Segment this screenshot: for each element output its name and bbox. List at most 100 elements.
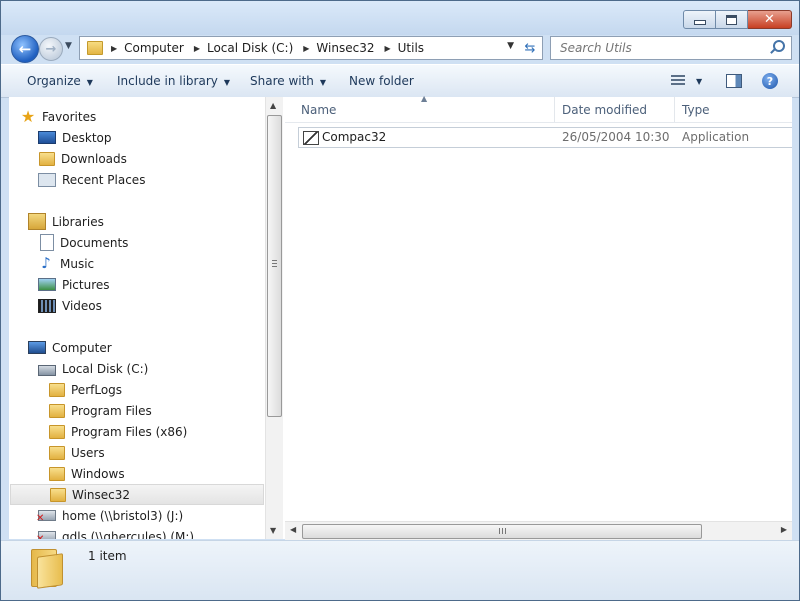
nav-item-pictures[interactable]: Pictures bbox=[38, 274, 265, 295]
change-view-icon[interactable] bbox=[671, 75, 685, 86]
maximize-button[interactable] bbox=[716, 10, 748, 29]
breadcrumb-computer[interactable]: ▶ Computer bbox=[109, 41, 192, 55]
nav-item-perflogs[interactable]: PerfLogs bbox=[48, 379, 265, 400]
breadcrumb-label[interactable]: Winsec32 bbox=[316, 41, 374, 55]
breadcrumb-separator-icon[interactable]: ▶ bbox=[384, 44, 390, 53]
nav-item-label: Program Files (x86) bbox=[71, 424, 188, 439]
column-headers: ▲ Name Date modified Type bbox=[285, 94, 792, 123]
nav-item-label: Music bbox=[60, 256, 95, 271]
videos-icon bbox=[38, 298, 56, 313]
column-header-type[interactable]: Type bbox=[682, 103, 710, 117]
file-row[interactable]: Compac32 26/05/2004 10:30 Application bbox=[298, 127, 792, 148]
nav-item-users[interactable]: Users bbox=[48, 442, 265, 463]
address-dropdown-icon[interactable]: ▼ bbox=[507, 41, 514, 51]
refresh-icon: ⇆ bbox=[524, 40, 536, 56]
sort-ascending-icon: ▲ bbox=[421, 94, 428, 103]
nav-item-favorites[interactable]: ★ Favorites bbox=[20, 106, 265, 127]
nav-item-libraries[interactable]: Libraries bbox=[28, 211, 265, 232]
nav-item-downloads[interactable]: Downloads bbox=[38, 148, 265, 169]
preview-pane-icon[interactable] bbox=[726, 74, 742, 88]
minimize-icon bbox=[693, 20, 706, 25]
breadcrumb-label[interactable]: Computer bbox=[124, 41, 184, 55]
folder-icon bbox=[39, 151, 55, 166]
search-icon[interactable] bbox=[773, 40, 785, 52]
nav-item-label: Desktop bbox=[62, 130, 112, 145]
grip-icon bbox=[272, 260, 277, 268]
file-name: Compac32 bbox=[322, 130, 387, 144]
breadcrumb-separator-icon[interactable]: ▶ bbox=[194, 44, 200, 53]
column-divider[interactable] bbox=[674, 97, 675, 122]
nav-item-recent-places[interactable]: Recent Places bbox=[38, 169, 265, 190]
nav-item-videos[interactable]: Videos bbox=[38, 295, 265, 316]
include-in-library-label: Include in library bbox=[117, 74, 218, 88]
nav-item-qdls-drive[interactable]: qdls (\\ghercules) (M:) bbox=[36, 526, 265, 540]
nav-item-label: Downloads bbox=[61, 151, 127, 166]
breadcrumb-label[interactable]: Utils bbox=[398, 41, 424, 55]
breadcrumb-utils[interactable]: ▶ Utils bbox=[382, 41, 432, 55]
nav-item-winsec32[interactable]: Winsec32 bbox=[10, 484, 264, 505]
address-bar[interactable]: ▶ Computer ▶ Local Disk (C:) ▶ Winsec32 ▶ Ut… bbox=[79, 36, 519, 60]
refresh-button[interactable]: ⇆ bbox=[518, 36, 543, 60]
nav-item-documents[interactable]: Documents bbox=[38, 232, 265, 253]
breadcrumb-separator-icon[interactable]: ▶ bbox=[303, 44, 309, 53]
scroll-right-icon[interactable]: ▶ bbox=[781, 525, 787, 534]
help-icon[interactable]: ? bbox=[762, 73, 778, 89]
back-button[interactable]: ← bbox=[11, 35, 39, 63]
explorer-window: ✕ ← → ▼ ▶ Computer ▶ Local Disk (C:) ▶ Wins… bbox=[0, 0, 800, 601]
nav-item-home-drive[interactable]: home (\\bristol3) (J:) bbox=[36, 505, 265, 526]
document-icon bbox=[40, 234, 54, 251]
nav-item-program-files-x86[interactable]: Program Files (x86) bbox=[48, 421, 265, 442]
scroll-up-icon[interactable]: ▲ bbox=[270, 101, 276, 110]
scroll-left-icon[interactable]: ◀ bbox=[290, 525, 296, 534]
close-button[interactable]: ✕ bbox=[748, 10, 792, 29]
horizontal-scrollbar[interactable]: ◀ ▶ bbox=[285, 521, 792, 540]
navigation-pane: ★ Favorites Desktop Downloads Recent Plac… bbox=[9, 97, 265, 539]
breadcrumb-local-disk[interactable]: ▶ Local Disk (C:) bbox=[192, 41, 301, 55]
new-folder-button[interactable]: New folder bbox=[349, 74, 414, 88]
file-list-pane: ▲ Name Date modified Type Compac32 26/05… bbox=[285, 94, 792, 540]
nav-item-label: Recent Places bbox=[62, 172, 146, 187]
scrollbar-thumb[interactable] bbox=[267, 115, 282, 417]
nav-item-windows[interactable]: Windows bbox=[48, 463, 265, 484]
nav-item-label: Documents bbox=[60, 235, 129, 250]
navigation-bar: ← → ▼ ▶ Computer ▶ Local Disk (C:) ▶ Winsec… bbox=[1, 35, 799, 63]
computer-icon bbox=[28, 341, 46, 354]
search-input[interactable] bbox=[558, 40, 762, 56]
nav-item-label: qdls (\\ghercules) (M:) bbox=[62, 529, 195, 540]
navigation-pane-scrollbar[interactable]: ▲ ▼ bbox=[265, 97, 283, 539]
forward-button[interactable]: → bbox=[39, 37, 63, 61]
folder-icon bbox=[49, 424, 65, 439]
folder-icon bbox=[49, 466, 65, 481]
command-bar: Organize ▼ Include in library ▼ Share with… bbox=[1, 64, 799, 98]
scroll-down-icon[interactable]: ▼ bbox=[270, 526, 276, 535]
organize-button[interactable]: Organize ▼ bbox=[27, 74, 93, 88]
nav-item-local-disk[interactable]: Local Disk (C:) bbox=[38, 358, 265, 379]
include-in-library-button[interactable]: Include in library ▼ bbox=[117, 74, 230, 88]
title-bar[interactable]: ✕ bbox=[1, 1, 799, 35]
new-folder-label: New folder bbox=[349, 74, 414, 88]
nav-item-label: Windows bbox=[71, 466, 125, 481]
breadcrumb-label[interactable]: Local Disk (C:) bbox=[207, 41, 293, 55]
column-header-date-modified[interactable]: Date modified bbox=[562, 103, 647, 117]
breadcrumb-separator-icon[interactable]: ▶ bbox=[111, 44, 117, 53]
nav-item-computer[interactable]: Computer bbox=[28, 337, 265, 358]
share-with-button[interactable]: Share with ▼ bbox=[250, 74, 326, 88]
chevron-down-icon: ▼ bbox=[86, 78, 93, 87]
nav-item-music[interactable]: ♪ Music bbox=[38, 253, 265, 274]
recent-pages-dropdown[interactable]: ▼ bbox=[65, 41, 72, 51]
nav-item-label: Favorites bbox=[42, 109, 97, 124]
folder-icon bbox=[49, 382, 65, 397]
minimize-button[interactable] bbox=[683, 10, 716, 29]
breadcrumb-winsec32[interactable]: ▶ Winsec32 bbox=[301, 41, 382, 55]
nav-item-program-files[interactable]: Program Files bbox=[48, 400, 265, 421]
folder-icon bbox=[50, 487, 66, 502]
search-box[interactable] bbox=[550, 36, 792, 60]
scrollbar-thumb[interactable] bbox=[302, 524, 702, 539]
view-options-dropdown-icon[interactable]: ▼ bbox=[696, 77, 702, 86]
file-date-modified: 26/05/2004 10:30 bbox=[562, 130, 670, 144]
nav-item-label: Videos bbox=[62, 298, 102, 313]
nav-item-label: Program Files bbox=[71, 403, 152, 418]
column-header-name[interactable]: Name bbox=[301, 103, 336, 117]
column-divider[interactable] bbox=[554, 97, 555, 122]
nav-item-desktop[interactable]: Desktop bbox=[38, 127, 265, 148]
